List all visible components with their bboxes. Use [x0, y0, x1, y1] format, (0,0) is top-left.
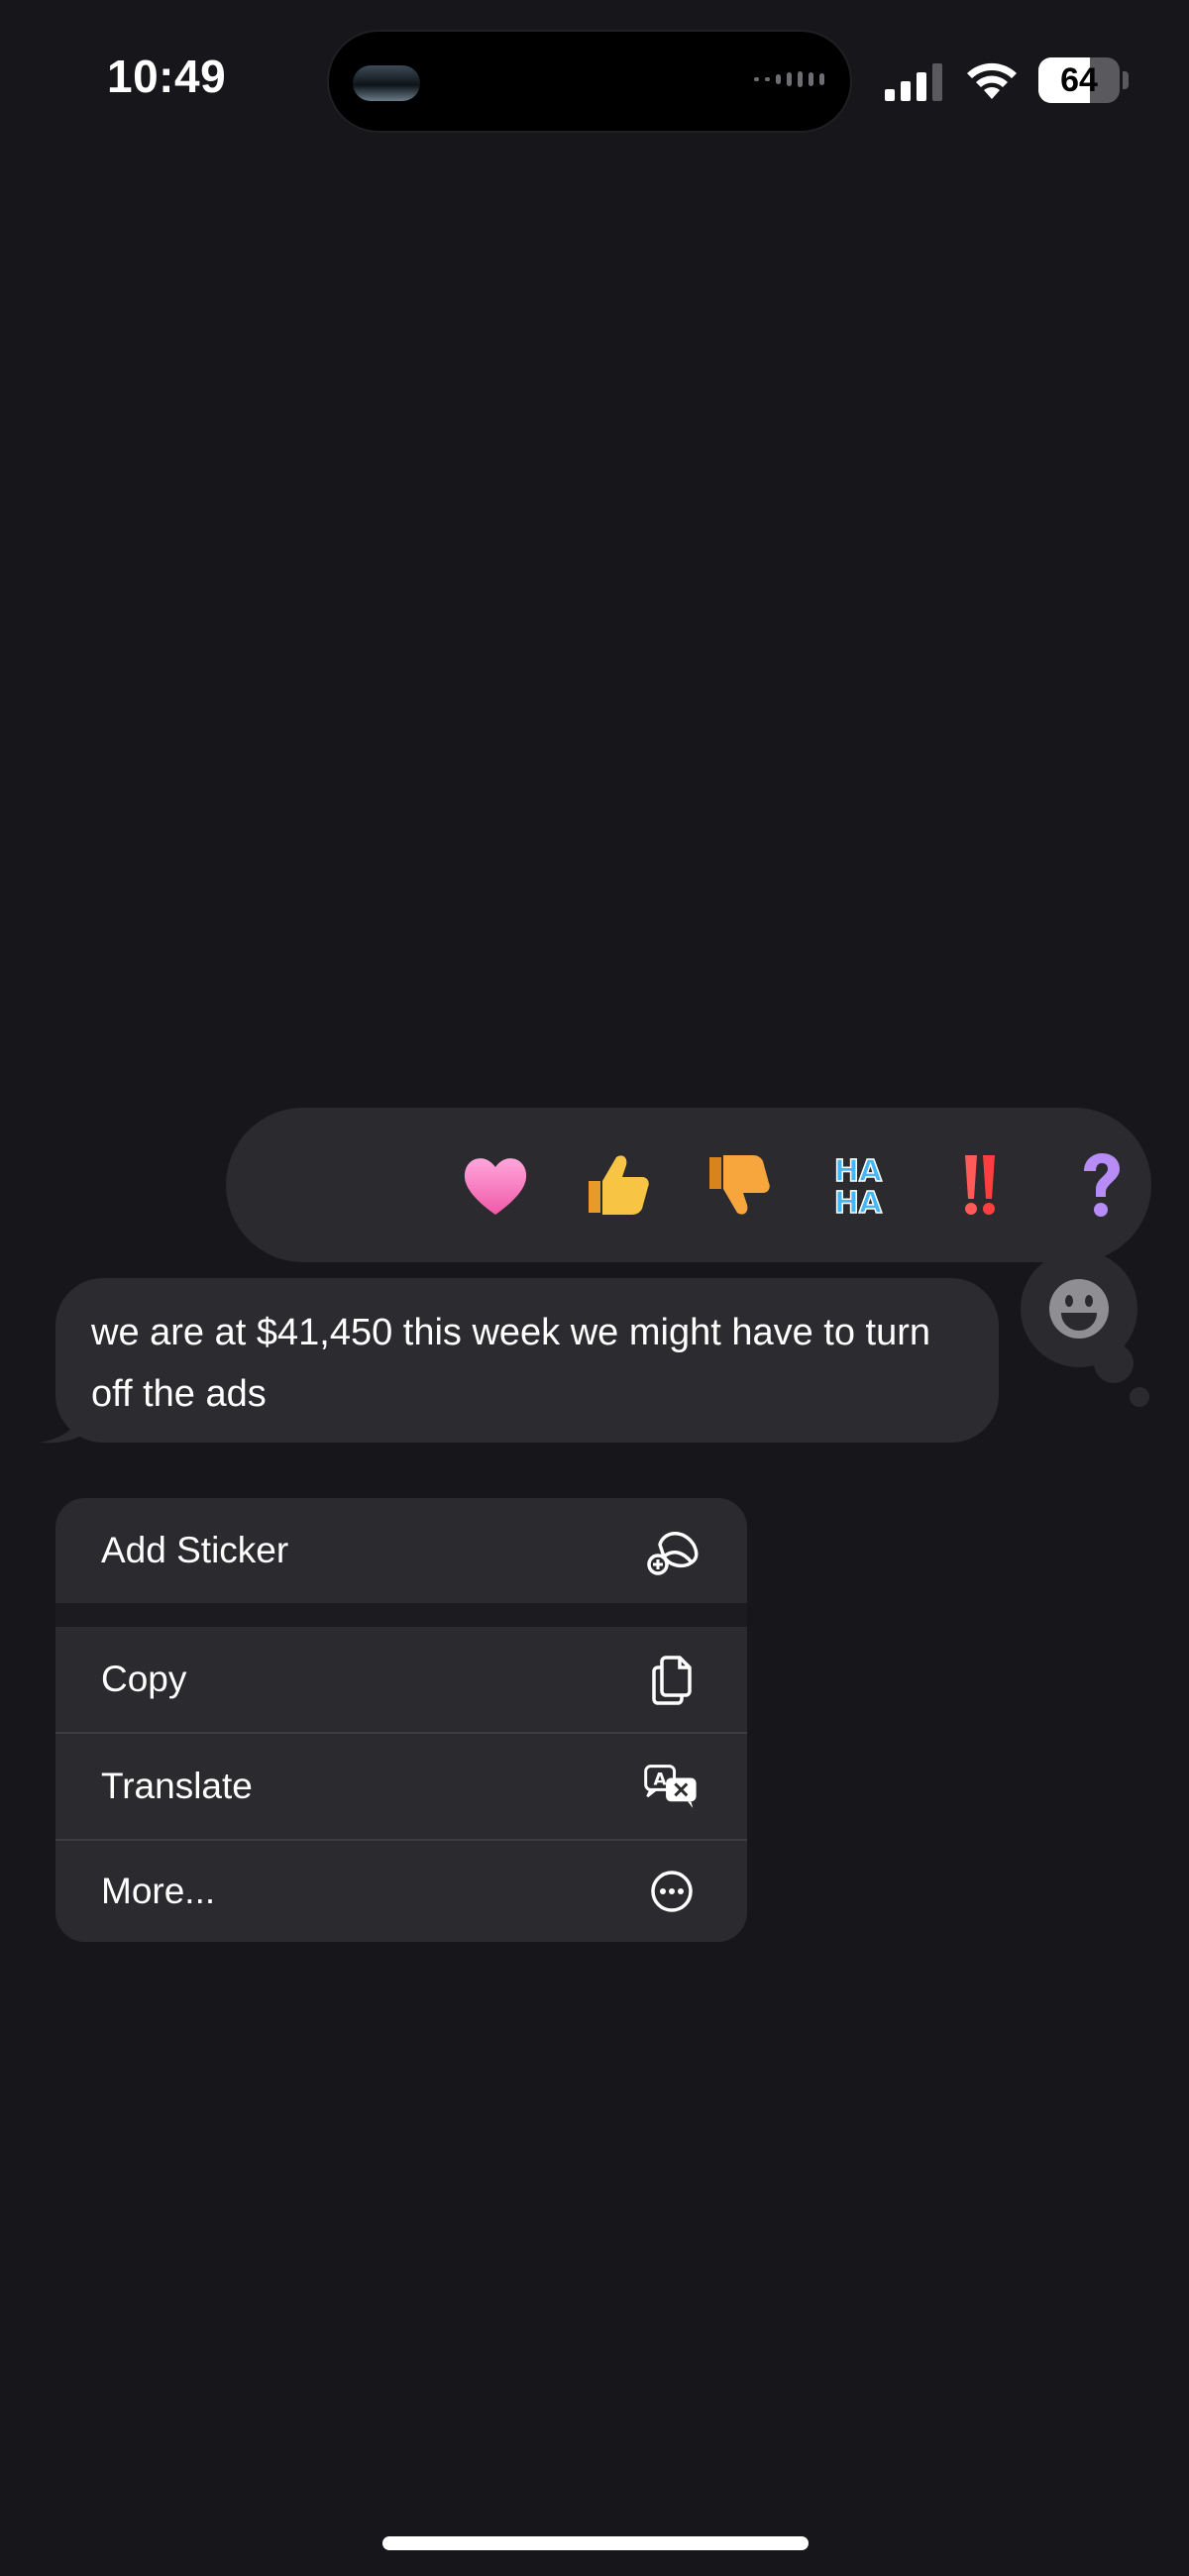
message-bubble[interactable]: we are at $41,450 this week we might hav…: [55, 1278, 999, 1443]
sticker-add-icon: [644, 1523, 700, 1578]
menu-item-label: Add Sticker: [101, 1530, 289, 1570]
reaction-emphasize[interactable]: [929, 1135, 1028, 1234]
wifi-icon: [967, 62, 1017, 99]
menu-item-label: Copy: [101, 1659, 187, 1699]
battery-level: 64: [1060, 60, 1098, 99]
reaction-thumbs-down[interactable]: [688, 1135, 787, 1234]
battery-cap: [1123, 71, 1129, 89]
reaction-question[interactable]: [1050, 1135, 1149, 1234]
heart-icon: [464, 1158, 527, 1215]
cellular-signal-icon: [885, 63, 942, 101]
tapback-tail-dot: [1094, 1343, 1134, 1383]
question-mark-icon: [1084, 1153, 1120, 1217]
battery-icon: 64: [1038, 57, 1120, 103]
audio-waveform-icon: [754, 71, 824, 87]
reaction-thumbs-up[interactable]: [567, 1135, 666, 1234]
context-menu: Add Sticker Copy Translate A More...: [55, 1498, 747, 1942]
tapback-tail-dot-small: [1130, 1387, 1149, 1407]
messages-screen: 10:49 64 HA HA we are at $41,450 this we…: [0, 0, 1189, 2576]
tapback-bar: HA HA: [226, 1108, 1151, 1262]
svg-text:HA: HA: [834, 1186, 883, 1221]
dynamic-island[interactable]: [327, 30, 852, 133]
now-playing-artwork: [353, 65, 420, 101]
menu-item-label: Translate: [101, 1766, 253, 1806]
more-ellipsis-icon: [644, 1864, 700, 1919]
double-exclamation-icon: [965, 1155, 995, 1215]
thumbs-down-icon: [709, 1155, 770, 1215]
menu-item-translate[interactable]: Translate A: [55, 1734, 747, 1839]
menu-section-gap: [55, 1603, 747, 1627]
svg-text:HA: HA: [834, 1154, 883, 1189]
reaction-heart[interactable]: [446, 1135, 545, 1234]
menu-item-add-sticker[interactable]: Add Sticker: [55, 1498, 747, 1603]
copy-icon: [644, 1652, 700, 1707]
svg-text:A: A: [654, 1769, 668, 1788]
reaction-haha[interactable]: HA HA: [809, 1135, 908, 1234]
translate-icon: A: [644, 1759, 700, 1814]
message-text: we are at $41,450 this week we might hav…: [91, 1312, 931, 1415]
haha-icon: HA HA: [833, 1153, 884, 1222]
menu-item-copy[interactable]: Copy: [55, 1627, 747, 1732]
menu-item-label: More...: [101, 1871, 216, 1911]
smiley-face-icon: [1049, 1279, 1109, 1339]
home-indicator[interactable]: [382, 2536, 809, 2550]
status-time: 10:49: [107, 51, 227, 102]
menu-item-more[interactable]: More...: [55, 1841, 747, 1942]
thumbs-up-icon: [589, 1155, 649, 1215]
